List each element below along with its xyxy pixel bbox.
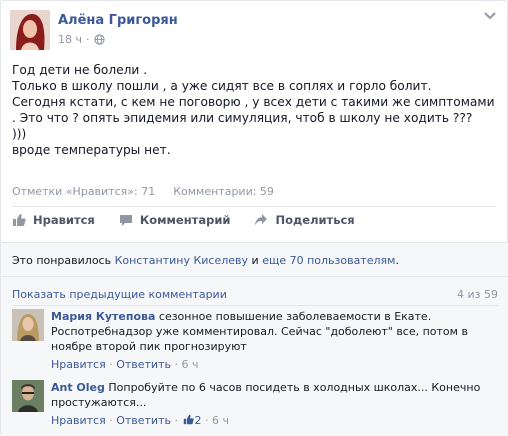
comment-like-count[interactable]: 2 [194, 414, 201, 427]
likes-summary-text: Это понравилось Константину Киселеву и е… [12, 254, 399, 267]
comment-label: Комментарий [139, 213, 231, 227]
post-text-line: Год дети не болели . [12, 63, 148, 77]
post-text: Год дети не болели . Только в школу пошл… [12, 62, 502, 158]
comment-reply-link[interactable]: Ответить [116, 414, 171, 427]
stats-separator [161, 185, 168, 198]
comment-actions: Нравится · Ответить · 2 · 6 ч [51, 414, 229, 427]
comment-text: сезонное повышение заболеваемости в Екат… [158, 310, 432, 323]
post-text-line: вроде температуры нет. [12, 143, 171, 157]
likes-suffix: . [395, 254, 399, 267]
comment-body: Ant Oleg Попробуйте по 6 часов посидеть … [51, 380, 496, 428]
action-bar: Нравится Комментарий Поделиться [12, 213, 355, 227]
likes-summary: Это понравилось Константину Киселеву и е… [1, 242, 508, 276]
comment-button[interactable]: Комментарий [119, 213, 231, 227]
divider [12, 305, 498, 306]
post-text-line: . Это что ? опять эпидемия или симуляция… [12, 111, 473, 125]
likes-prefix: Это понравилось [12, 254, 115, 267]
thumbs-up-icon[interactable] [183, 414, 195, 425]
comment-reply-link[interactable]: Ответить [116, 358, 171, 371]
meta-separator: · [86, 33, 90, 46]
comments-count-link[interactable]: Комментарии: 59 [173, 185, 274, 198]
comment-text: ноябре второй пик прогнозируют [51, 340, 247, 353]
share-arrow-icon [255, 214, 268, 226]
post-text-line: Только в школу пошли , а уже сидят все в… [12, 79, 432, 93]
comment-like-link[interactable]: Нравится [51, 358, 106, 371]
comments-section: Показать предыдущие комментарии 4 из 59 … [1, 276, 508, 436]
comment-text: Попробуйте по 6 часов посидеть в холодны… [108, 381, 481, 394]
comments-count: 4 из 59 [457, 288, 498, 301]
share-label: Поделиться [275, 213, 355, 227]
comment-line: Ant Oleg Попробуйте по 6 часов посидеть … [51, 380, 496, 395]
post-stats: Отметки «Нравится»: 71 Комментарии: 59 [12, 185, 276, 198]
comment-icon [119, 215, 132, 226]
post-text-line: ))) [12, 127, 27, 141]
comment-time[interactable]: 6 ч [212, 414, 229, 427]
author-name[interactable]: Алёна Григорян [58, 13, 178, 28]
post-text-line: Сегодня кстати, с кем не поговорю , у вс… [12, 95, 495, 109]
comment-text: Роспотребнадзор уже комментировал. Сейча… [51, 325, 468, 338]
commenter-avatar[interactable] [12, 309, 44, 341]
comment-body: Мария Кутепова сезонное повышение заболе… [51, 309, 496, 372]
chevron-down-icon[interactable] [483, 11, 497, 21]
commenter-name[interactable]: Мария Кутепова [51, 310, 155, 323]
post-meta: 18 ч · [58, 33, 105, 46]
author-avatar[interactable] [10, 10, 50, 50]
others-link[interactable]: еще 70 пользователям [262, 254, 395, 267]
divider [12, 206, 496, 207]
comment-line: Мария Кутепова сезонное повышение заболе… [51, 309, 496, 324]
comment-text: простужаются... [51, 396, 147, 409]
commenter-name[interactable]: Ant Oleg [51, 381, 105, 394]
comment-actions: Нравится · Ответить · 6 ч [51, 358, 199, 371]
show-previous-comments-link[interactable]: Показать предыдущие комментарии [12, 288, 227, 301]
post-card: Алёна Григорян 18 ч · Год дети не болели… [0, 0, 508, 436]
like-label: Нравится [33, 213, 95, 227]
commenter-avatar[interactable] [12, 380, 44, 412]
comment-time[interactable]: 6 ч [181, 358, 198, 371]
comment-like-link[interactable]: Нравится [51, 414, 106, 427]
like-button[interactable]: Нравится [12, 213, 95, 227]
likes-count-link[interactable]: Отметки «Нравится»: 71 [12, 185, 155, 198]
globe-icon[interactable] [93, 34, 105, 45]
liker-name-link[interactable]: Константину Киселеву [115, 254, 248, 267]
post-time[interactable]: 18 ч [58, 33, 82, 46]
share-button[interactable]: Поделиться [254, 213, 355, 227]
thumbs-up-icon [13, 214, 26, 226]
likes-middle: и [248, 254, 263, 267]
